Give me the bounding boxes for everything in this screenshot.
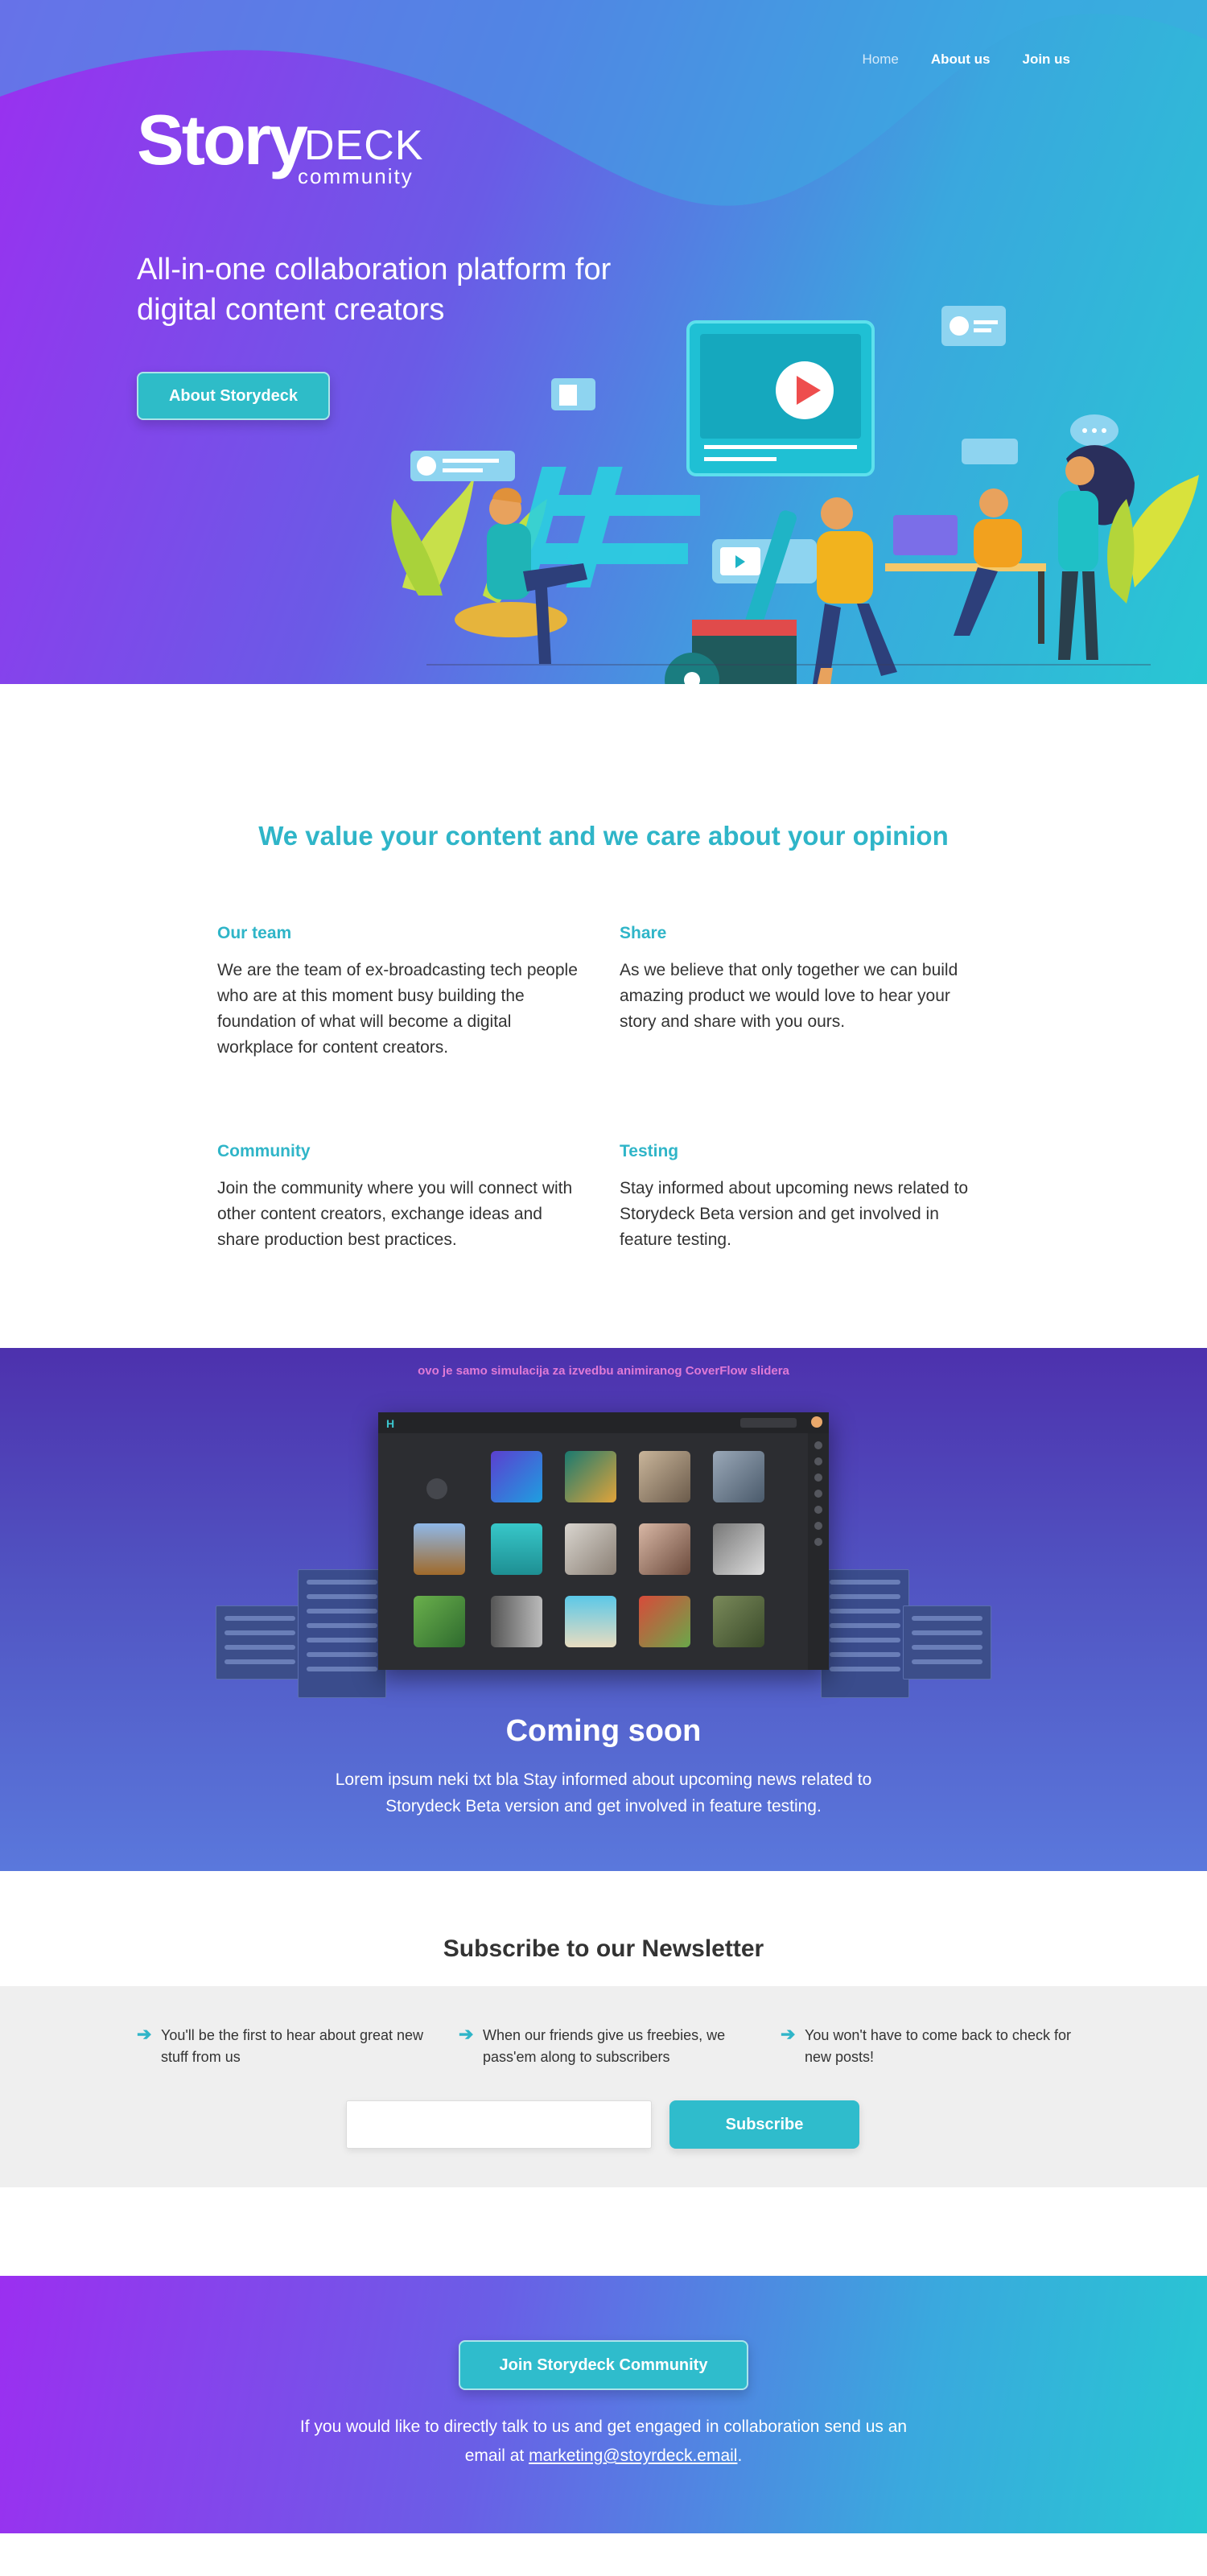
- hero-illustration: [391, 306, 1199, 684]
- arrow-right-icon: ➔: [781, 2024, 796, 2044]
- nav-about-link[interactable]: About us: [931, 52, 991, 68]
- about-storydeck-button[interactable]: About Storydeck: [137, 372, 330, 420]
- newsletter-bullet-text: You'll be the first to hear about great …: [161, 2027, 423, 2065]
- value-community: Community Join the community where you w…: [217, 1142, 579, 1253]
- join-community-section: Join Storydeck Community If you would li…: [0, 2276, 1207, 2533]
- logo-deck-text: DECK: [303, 122, 424, 169]
- tile-2: [565, 1451, 616, 1502]
- value-share: Share As we believe that only together w…: [620, 924, 982, 1035]
- contact-email-link[interactable]: marketing@stoyrdeck.email: [529, 2446, 737, 2465]
- newsletter-title: Subscribe to our Newsletter: [443, 1935, 764, 1962]
- tile-13: [639, 1596, 690, 1647]
- add-icon: [426, 1478, 447, 1499]
- slide-active-screenshot[interactable]: H: [378, 1412, 829, 1670]
- logo-story-text: Story: [137, 100, 308, 179]
- avatar: [811, 1416, 822, 1428]
- hero-section: Home About us Join us StoryDECK communit…: [0, 0, 1207, 684]
- tile-4: [713, 1451, 764, 1502]
- slider-note: ovo je samo simulacija za izvedbu animir…: [418, 1364, 789, 1378]
- value-share-text: As we believe that only together we can …: [620, 961, 958, 1031]
- value-community-title: Community: [217, 1142, 311, 1160]
- coming-soon-section: ovo je samo simulacija za izvedbu animir…: [0, 1348, 1207, 1871]
- coming-soon-title: Coming soon: [505, 1714, 702, 1748]
- value-testing-text: Stay informed about upcoming news relate…: [620, 1179, 969, 1249]
- newsletter-bullet-1: ➔ You'll be the first to hear about grea…: [137, 2025, 435, 2068]
- app-sidebar: [808, 1433, 829, 1670]
- subscribe-button[interactable]: Subscribe: [669, 2100, 859, 2149]
- slide-far-right[interactable]: [903, 1605, 991, 1680]
- main-nav: Home About us Join us: [862, 52, 1070, 68]
- cta-text: If you would like to directly talk to us…: [298, 2413, 909, 2471]
- arrow-right-icon: ➔: [459, 2024, 474, 2044]
- slide-left[interactable]: [298, 1569, 386, 1698]
- newsletter-bullet-2: ➔ When our friends give us freebies, we …: [459, 2025, 756, 2068]
- tile-10: [414, 1596, 465, 1647]
- join-community-button[interactable]: Join Storydeck Community: [459, 2340, 748, 2390]
- tile-9: [713, 1523, 764, 1575]
- values-title: We value your content and we care about …: [258, 821, 949, 851]
- nav-join-link[interactable]: Join us: [1022, 52, 1070, 68]
- tile-7: [565, 1523, 616, 1575]
- arrow-right-icon: ➔: [137, 2024, 152, 2044]
- newsletter-section: ➔ You'll be the first to hear about grea…: [0, 1986, 1207, 2187]
- tile-5: [414, 1523, 465, 1575]
- nav-home-link[interactable]: Home: [862, 52, 898, 68]
- value-testing: Testing Stay informed about upcoming new…: [620, 1142, 982, 1253]
- tile-6: [491, 1523, 542, 1575]
- value-our-team: Our team We are the team of ex-broadcast…: [217, 924, 579, 1061]
- search-input: [740, 1418, 797, 1428]
- slide-far-left[interactable]: [216, 1605, 304, 1680]
- logo-community-text: community: [298, 164, 414, 188]
- newsletter-bullet-text: When our friends give us freebies, we pa…: [483, 2027, 726, 2065]
- slide-right[interactable]: [821, 1569, 909, 1698]
- tile-8: [639, 1523, 690, 1575]
- tile-3: [639, 1451, 690, 1502]
- cta-text-suffix: .: [737, 2446, 743, 2465]
- newsletter-bullet-text: You won't have to come back to check for…: [805, 2027, 1071, 2065]
- tile-12: [565, 1596, 616, 1647]
- email-input[interactable]: [346, 2100, 652, 2149]
- value-share-title: Share: [620, 924, 667, 942]
- tile-11: [491, 1596, 542, 1647]
- value-our-team-text: We are the team of ex-broadcasting tech …: [217, 961, 578, 1057]
- value-testing-title: Testing: [620, 1142, 679, 1160]
- coming-soon-text: Lorem ipsum neki txt bla Stay informed a…: [335, 1770, 872, 1816]
- storydeck-logo[interactable]: StoryDECK community: [137, 100, 424, 189]
- value-community-text: Join the community where you will connec…: [217, 1179, 573, 1249]
- app-logo-icon: H: [386, 1417, 395, 1430]
- tile-14: [713, 1596, 764, 1647]
- value-our-team-title: Our team: [217, 924, 292, 942]
- tile-1: [491, 1451, 542, 1502]
- newsletter-bullet-3: ➔ You won't have to come back to check f…: [781, 2025, 1078, 2068]
